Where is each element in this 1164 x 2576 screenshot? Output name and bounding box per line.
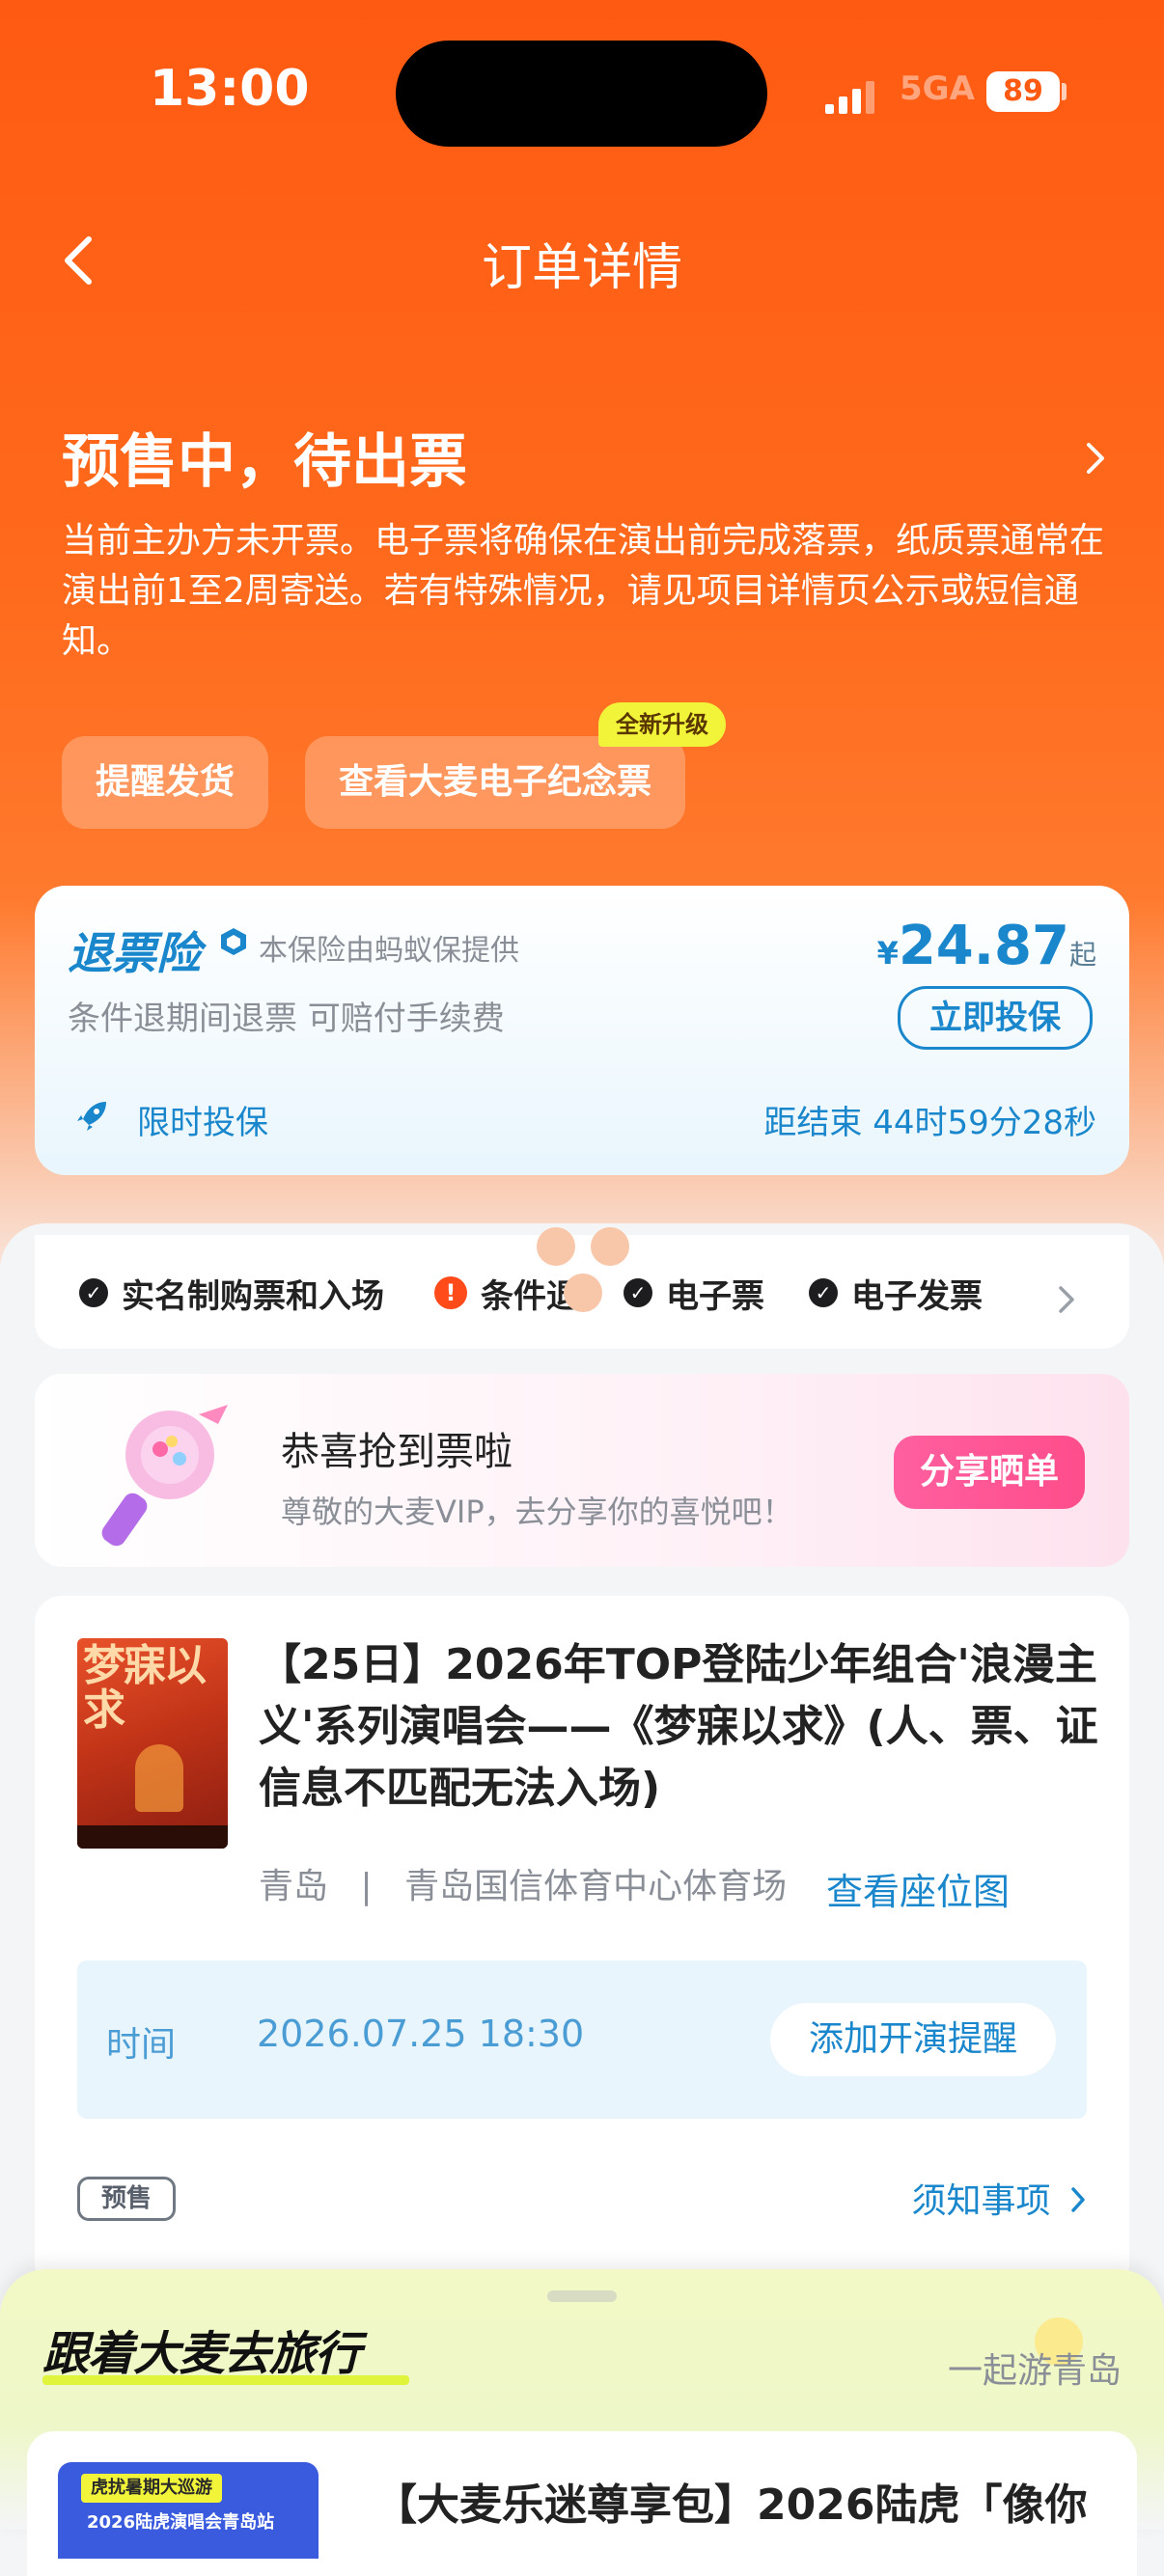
order-status-title[interactable]: 预售中，待出票 — [62, 415, 467, 499]
check-circle-icon: ✓ — [79, 1278, 108, 1307]
share-button[interactable]: 分享晒单 — [894, 1436, 1085, 1509]
rocket-icon — [73, 1096, 112, 1135]
network-label: 5GA — [900, 69, 975, 108]
sheet-handle[interactable] — [547, 2290, 617, 2302]
event-title[interactable]: 【25日】2026年TOP登陆少年组合'浪漫主义'系列演唱会——《梦寐以求》(人… — [259, 1634, 1108, 1820]
signal-icon — [825, 75, 878, 114]
price-suffix: 起 — [1068, 939, 1096, 971]
event-venue: 青岛 | 青岛国信体育中心体育场 — [259, 1858, 787, 1908]
package-image-text: 2026陆虎演唱会青岛站 — [87, 2512, 275, 2533]
tags-fade — [981, 1254, 1039, 1331]
warning-circle-icon: ! — [434, 1276, 467, 1309]
check-circle-icon: ✓ — [809, 1278, 838, 1307]
tag-label: 电子票 — [666, 1276, 764, 1316]
package-card[interactable]: 虎扰暑期大巡游 2026陆虎演唱会青岛站 【大麦乐迷尊享包】2026陆虎「像你 — [27, 2431, 1137, 2576]
congrats-subtitle: 尊敬的大麦VIP，去分享你的喜悦吧！ — [281, 1494, 793, 1530]
insurance-price: ¥24.87起 — [877, 915, 1096, 977]
package-image: 虎扰暑期大巡游 2026陆虎演唱会青岛站 — [58, 2462, 319, 2559]
buy-insurance-button[interactable]: 立即投保 — [898, 986, 1093, 1050]
tag-label: 实名制购票和入场 — [122, 1276, 384, 1316]
tag-label: 电子发票 — [851, 1276, 983, 1316]
tag-real-name: ✓ 实名制购票和入场 — [79, 1270, 384, 1316]
venue-separator: | — [360, 1867, 373, 1906]
refund-insurance-card[interactable]: 退票险 本保险由蚂蚁保提供 条件退期间退票 可赔付手续费 ¥24.87起 立即投… — [35, 886, 1129, 1175]
order-card: 梦寐以求 【25日】2026年TOP登陆少年组合'浪漫主义'系列演唱会——《梦寐… — [35, 1596, 1129, 2290]
status-bar: 13:00 5GA 89 — [0, 0, 1164, 183]
souvenir-ticket-button[interactable]: 查看大麦电子纪念票 — [305, 736, 685, 829]
chevron-right-icon[interactable] — [1056, 1283, 1077, 1316]
limited-time-label: 限时投保 — [137, 1104, 268, 1142]
chevron-right-icon — [1071, 2187, 1085, 2212]
chevron-right-icon[interactable] — [1083, 439, 1108, 478]
insurance-provider: 本保险由蚂蚁保提供 — [259, 934, 519, 968]
insurance-subtitle: 条件退期间退票 可赔付手续费 — [68, 1000, 505, 1038]
tag-e-ticket: ✓ 电子票 — [624, 1270, 764, 1316]
page-title: 订单详情 — [481, 239, 682, 297]
seat-map-link[interactable]: 查看座位图 — [826, 1862, 1010, 1915]
package-image-tag: 虎扰暑期大巡游 — [81, 2474, 222, 2503]
order-status-description: 当前主办方未开票。电子票将确保在演出前完成落票，纸质票通常在演出前1至2周寄送。… — [62, 521, 1105, 661]
notice-link[interactable]: 须知事项 — [912, 2173, 1087, 2223]
venue-name: 青岛国信体育中心体育场 — [404, 1867, 788, 1906]
lightstick-illustration — [83, 1395, 247, 1549]
travel-subtitle[interactable]: 一起游青岛 — [948, 2343, 1122, 2393]
congrats-title: 恭喜抢到票啦 — [281, 1430, 513, 1474]
status-time: 13:00 — [150, 60, 310, 118]
event-city: 青岛 — [259, 1867, 329, 1906]
time-label: 时间 — [106, 2025, 177, 2065]
insurance-countdown: 距结束 44时59分28秒 — [763, 1104, 1096, 1142]
shield-badge-icon — [218, 926, 249, 957]
price-currency: ¥ — [876, 935, 899, 972]
dynamic-island — [396, 41, 767, 147]
travel-title: 跟着大麦去旅行 — [42, 2327, 361, 2381]
package-title: 【大麦乐迷尊享包】2026陆虎「像你 — [374, 2480, 1088, 2530]
add-reminder-button[interactable]: 添加开演提醒 — [770, 2003, 1056, 2076]
poster-figure — [135, 1744, 183, 1812]
notice-label: 须知事项 — [911, 2181, 1051, 2221]
event-poster[interactable]: 梦寐以求 — [77, 1638, 228, 1849]
poster-text: 梦寐以求 — [83, 1641, 207, 1735]
tag-e-invoice: ✓ 电子发票 — [809, 1270, 983, 1316]
time-value: 2026.07.25 18:30 — [257, 2013, 585, 2055]
battery-tip — [1062, 83, 1067, 100]
tag-conditional-refund: ! 条件退 — [434, 1270, 579, 1316]
insurance-name: 退票险 — [68, 927, 201, 979]
poster-footer — [77, 1825, 228, 1849]
new-upgrade-badge: 全新升级 — [598, 702, 726, 747]
presale-badge: 预售 — [77, 2177, 176, 2221]
battery-icon: 89 — [986, 71, 1060, 112]
price-value: 24.87 — [898, 915, 1069, 977]
event-time-box: 时间 2026.07.25 18:30 添加开演提醒 — [77, 1960, 1087, 2119]
congrats-share-card[interactable]: 恭喜抢到票啦 尊敬的大麦VIP，去分享你的喜悦吧！ 分享晒单 — [35, 1374, 1129, 1567]
remind-shipping-button[interactable]: 提醒发货 — [62, 736, 268, 829]
check-circle-icon: ✓ — [624, 1278, 652, 1307]
